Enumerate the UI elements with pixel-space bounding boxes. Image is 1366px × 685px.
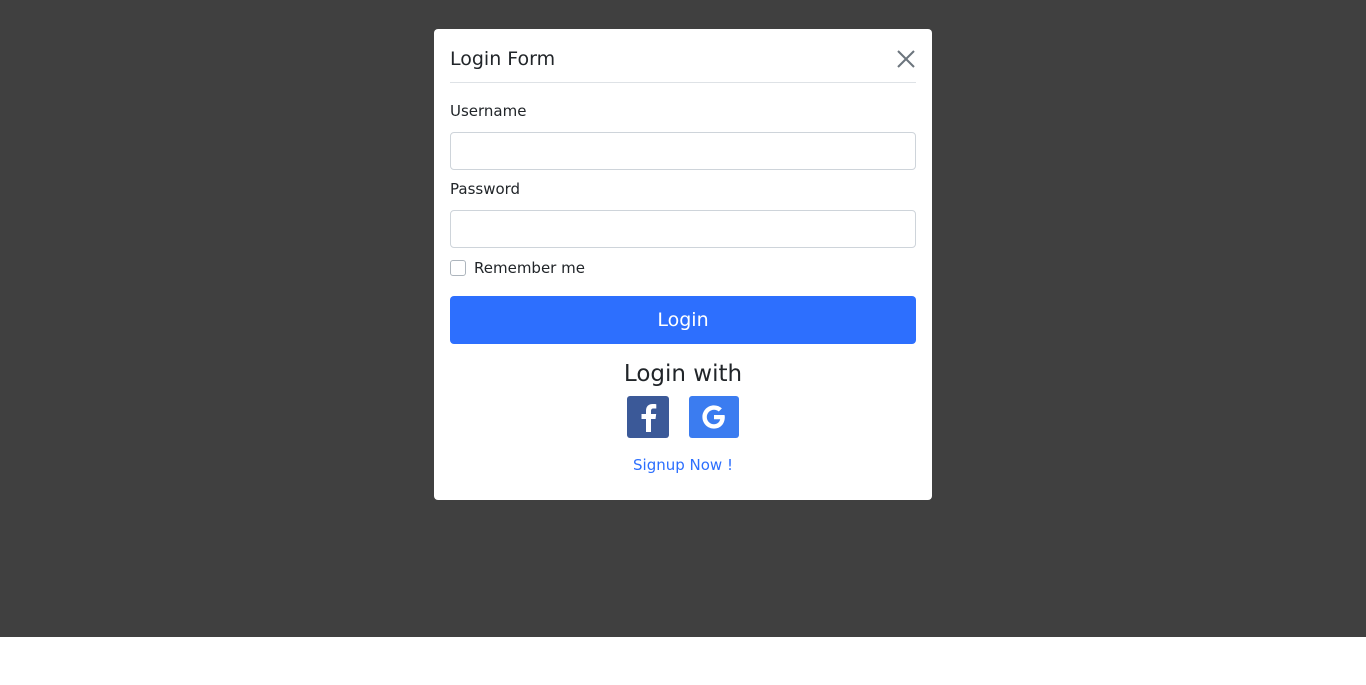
username-label: Username [450,102,527,120]
login-with-heading: Login with [623,361,743,387]
signup-link[interactable]: Signup Now ! [434,455,932,475]
remember-me-label[interactable]: Remember me [474,259,585,277]
login-modal: Login Form Username Password Remember me… [434,29,932,500]
facebook-login-button[interactable] [627,396,669,438]
remember-me-row[interactable]: Remember me [450,259,585,277]
close-icon [897,50,915,68]
close-button[interactable] [896,49,916,69]
google-icon [702,405,725,429]
password-label: Password [450,180,521,198]
facebook-icon [641,404,657,432]
password-input[interactable] [450,210,916,248]
modal-title: Login Form [450,48,556,70]
remember-me-checkbox[interactable] [450,260,466,276]
username-input[interactable] [450,132,916,170]
login-button[interactable]: Login [450,296,916,344]
modal-header: Login Form [450,29,916,83]
google-login-button[interactable] [689,396,739,438]
